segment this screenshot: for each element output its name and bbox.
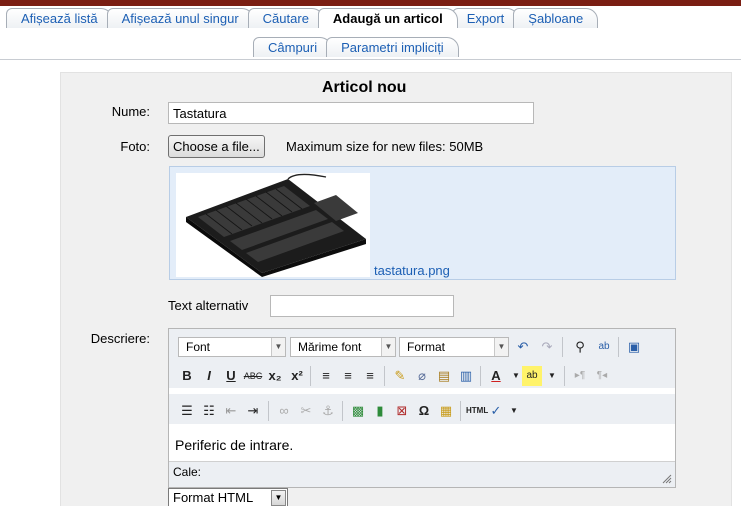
- font-size-select[interactable]: Mărime font ▼: [290, 337, 396, 357]
- cleanup-icon[interactable]: ✎: [390, 366, 410, 386]
- toolbar-separator: [618, 337, 619, 357]
- align-left-icon[interactable]: ≡: [316, 366, 336, 386]
- italic-icon[interactable]: I: [199, 366, 219, 386]
- toolbar-separator: [342, 401, 343, 421]
- replace-icon[interactable]: ab: [594, 337, 614, 357]
- find-icon[interactable]: ⚲: [570, 337, 590, 357]
- toolbar-separator: [562, 337, 563, 357]
- tab-divider: [0, 59, 741, 60]
- format-select[interactable]: Format ▼: [399, 337, 509, 357]
- path-label: Cale:: [173, 465, 202, 479]
- ltr-icon[interactable]: ▸¶: [570, 366, 590, 386]
- alt-text-field[interactable]: [270, 295, 454, 317]
- html-source-icon[interactable]: HTML: [466, 401, 488, 421]
- toolbar-separator: [480, 366, 481, 386]
- paste-word-icon[interactable]: ▥: [456, 366, 476, 386]
- tab-single[interactable]: Afișează unul singur: [106, 8, 254, 28]
- tab-presets[interactable]: Parametri impliciți: [326, 37, 459, 57]
- tab-row-secondary: Câmpuri Parametri impliciți: [253, 37, 459, 57]
- tab-fields[interactable]: Câmpuri: [253, 37, 333, 57]
- chevron-down-icon[interactable]: ▼: [504, 401, 524, 421]
- media-icon[interactable]: ▮: [370, 401, 390, 421]
- text-format-select[interactable]: Format HTML ▼: [168, 488, 288, 506]
- alt-text-caption: Text alternativ: [168, 298, 249, 313]
- name-label: Nume:: [111, 104, 150, 119]
- paste-text-icon[interactable]: ▤: [434, 366, 454, 386]
- top-bar: [0, 0, 741, 6]
- subscript-icon[interactable]: x₂: [265, 366, 285, 386]
- special-char-icon[interactable]: Ω: [414, 401, 434, 421]
- highlight-icon[interactable]: ab: [522, 366, 542, 386]
- text-color-icon[interactable]: A: [486, 366, 506, 386]
- nolink-icon[interactable]: ⊠: [392, 401, 412, 421]
- resize-grip-icon[interactable]: [662, 474, 672, 484]
- spellcheck-icon[interactable]: ✓: [486, 401, 506, 421]
- bullet-list-icon[interactable]: ☰: [177, 401, 197, 421]
- anchor-icon[interactable]: ⚓: [318, 401, 338, 421]
- strikethrough-icon[interactable]: ABC: [243, 366, 263, 386]
- chevron-down-icon: ▼: [494, 338, 508, 356]
- keyboard-image[interactable]: [176, 173, 370, 277]
- underline-icon[interactable]: U: [221, 366, 241, 386]
- link-icon[interactable]: ∞: [274, 401, 294, 421]
- toolbar-separator: [564, 366, 565, 386]
- bold-icon[interactable]: B: [177, 366, 197, 386]
- superscript-icon[interactable]: x²: [287, 366, 307, 386]
- indent-icon[interactable]: ⇥: [243, 401, 263, 421]
- redo-icon[interactable]: ↷: [537, 337, 557, 357]
- align-center-icon[interactable]: ≡: [338, 366, 358, 386]
- toolbar-separator: [460, 401, 461, 421]
- outdent-icon[interactable]: ⇤: [221, 401, 241, 421]
- format-select-value: Format: [407, 340, 446, 354]
- align-right-icon[interactable]: ≡: [360, 366, 380, 386]
- toolbar-separator: [384, 366, 385, 386]
- font-select-value: Font: [186, 340, 211, 354]
- page-title: Articol nou: [322, 79, 407, 96]
- chevron-down-icon[interactable]: ▼: [542, 366, 562, 386]
- fullscreen-icon[interactable]: ▣: [624, 337, 644, 357]
- unlink-icon[interactable]: ✂: [296, 401, 316, 421]
- tab-row-primary: Afișează listă Afișează unul singur Căut…: [6, 8, 599, 28]
- tab-list[interactable]: Afișează listă: [6, 8, 113, 28]
- font-family-select[interactable]: Font ▼: [178, 337, 286, 357]
- rtl-icon[interactable]: ¶◂: [592, 366, 612, 386]
- table-icon[interactable]: ▦: [436, 401, 456, 421]
- editor-content[interactable]: Periferic de intrare.: [175, 437, 293, 453]
- description-label: Descriere:: [90, 331, 150, 346]
- file-name-link[interactable]: tastatura.png: [374, 263, 450, 278]
- tab-search[interactable]: Căutare: [247, 8, 324, 28]
- max-size-note: Maximum size for new files: 50MB: [286, 139, 484, 154]
- name-field[interactable]: [168, 102, 534, 124]
- toolbar-separator: [268, 401, 269, 421]
- image-icon[interactable]: ▩: [348, 401, 368, 421]
- photo-label: Foto:: [120, 139, 150, 154]
- tab-templates[interactable]: Șabloane: [513, 8, 599, 28]
- chevron-down-icon: ▼: [381, 338, 395, 356]
- chevron-down-icon: ▼: [271, 490, 286, 506]
- numbered-list-icon[interactable]: ☷: [199, 401, 219, 421]
- eraser-icon[interactable]: ⌀: [412, 366, 432, 386]
- tab-export[interactable]: Export: [451, 8, 520, 28]
- size-select-value: Mărime font: [298, 340, 362, 354]
- editor-path-bar: Cale:: [169, 461, 675, 487]
- toolbar-separator: [310, 366, 311, 386]
- text-format-value: Format HTML: [173, 490, 254, 505]
- tab-add-entry[interactable]: Adaugă un articol: [317, 8, 458, 28]
- undo-icon[interactable]: ↶: [513, 337, 533, 357]
- choose-file-button[interactable]: Choose a file...: [168, 135, 265, 158]
- chevron-down-icon: ▼: [271, 338, 285, 356]
